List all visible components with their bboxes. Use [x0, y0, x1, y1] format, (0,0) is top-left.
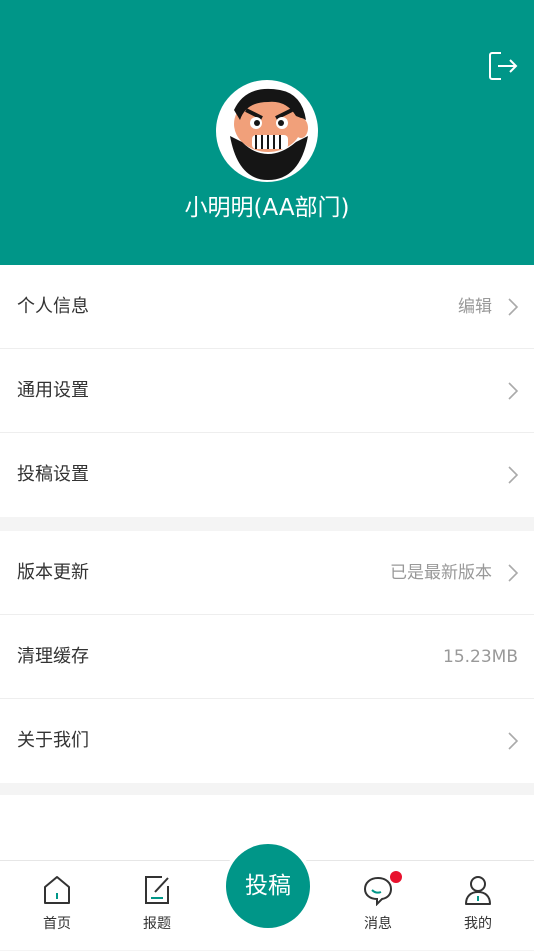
row-submission-settings[interactable]: 投稿设置 — [0, 433, 534, 517]
username: 小明明(AA部门) — [184, 195, 350, 221]
settings-group-1: 个人信息 编辑 通用设置 投稿设置 — [0, 265, 534, 517]
chevron-right-icon — [508, 466, 519, 484]
edit-icon — [145, 876, 169, 904]
tab-home[interactable]: 首页 — [17, 861, 97, 951]
row-value: 编辑 — [458, 297, 492, 317]
row-label: 版本更新 — [17, 562, 89, 583]
row-value: 已是最新版本 — [390, 563, 492, 583]
row-personal-info[interactable]: 个人信息 编辑 — [0, 265, 534, 349]
row-version-update[interactable]: 版本更新 已是最新版本 — [0, 531, 534, 615]
submit-button[interactable]: 投稿 — [226, 844, 310, 928]
row-label: 关于我们 — [17, 730, 89, 751]
message-icon — [363, 876, 393, 906]
tab-mine[interactable]: 我的 — [438, 861, 518, 951]
row-label: 个人信息 — [17, 296, 89, 317]
chevron-right-icon — [508, 564, 519, 582]
row-label: 清理缓存 — [17, 646, 89, 667]
home-icon — [44, 876, 70, 904]
tab-label: 消息 — [364, 916, 392, 932]
row-label: 通用设置 — [17, 380, 89, 401]
row-clear-cache[interactable]: 清理缓存 15.23MB — [0, 615, 534, 699]
profile-header: 小明明(AA部门) — [0, 0, 534, 265]
cache-size-value: 15.23MB — [443, 647, 518, 667]
tab-label: 我的 — [464, 916, 492, 932]
avatar-cartoon-image — [221, 85, 313, 180]
tab-label: 报题 — [143, 916, 171, 932]
settings-group-2: 版本更新 已是最新版本 清理缓存 15.23MB 关于我们 — [0, 531, 534, 783]
user-icon — [465, 876, 491, 905]
row-general-settings[interactable]: 通用设置 — [0, 349, 534, 433]
chevron-right-icon — [508, 298, 519, 316]
tab-label: 首页 — [43, 916, 71, 932]
avatar[interactable] — [216, 80, 318, 182]
tab-messages[interactable]: 消息 — [338, 861, 418, 951]
chevron-right-icon — [508, 732, 519, 750]
chevron-right-icon — [508, 382, 519, 400]
unread-badge — [390, 871, 402, 883]
tab-report[interactable]: 报题 — [117, 861, 197, 951]
row-label: 投稿设置 — [17, 464, 89, 485]
row-about-us[interactable]: 关于我们 — [0, 699, 534, 783]
logout-icon[interactable] — [487, 50, 519, 82]
